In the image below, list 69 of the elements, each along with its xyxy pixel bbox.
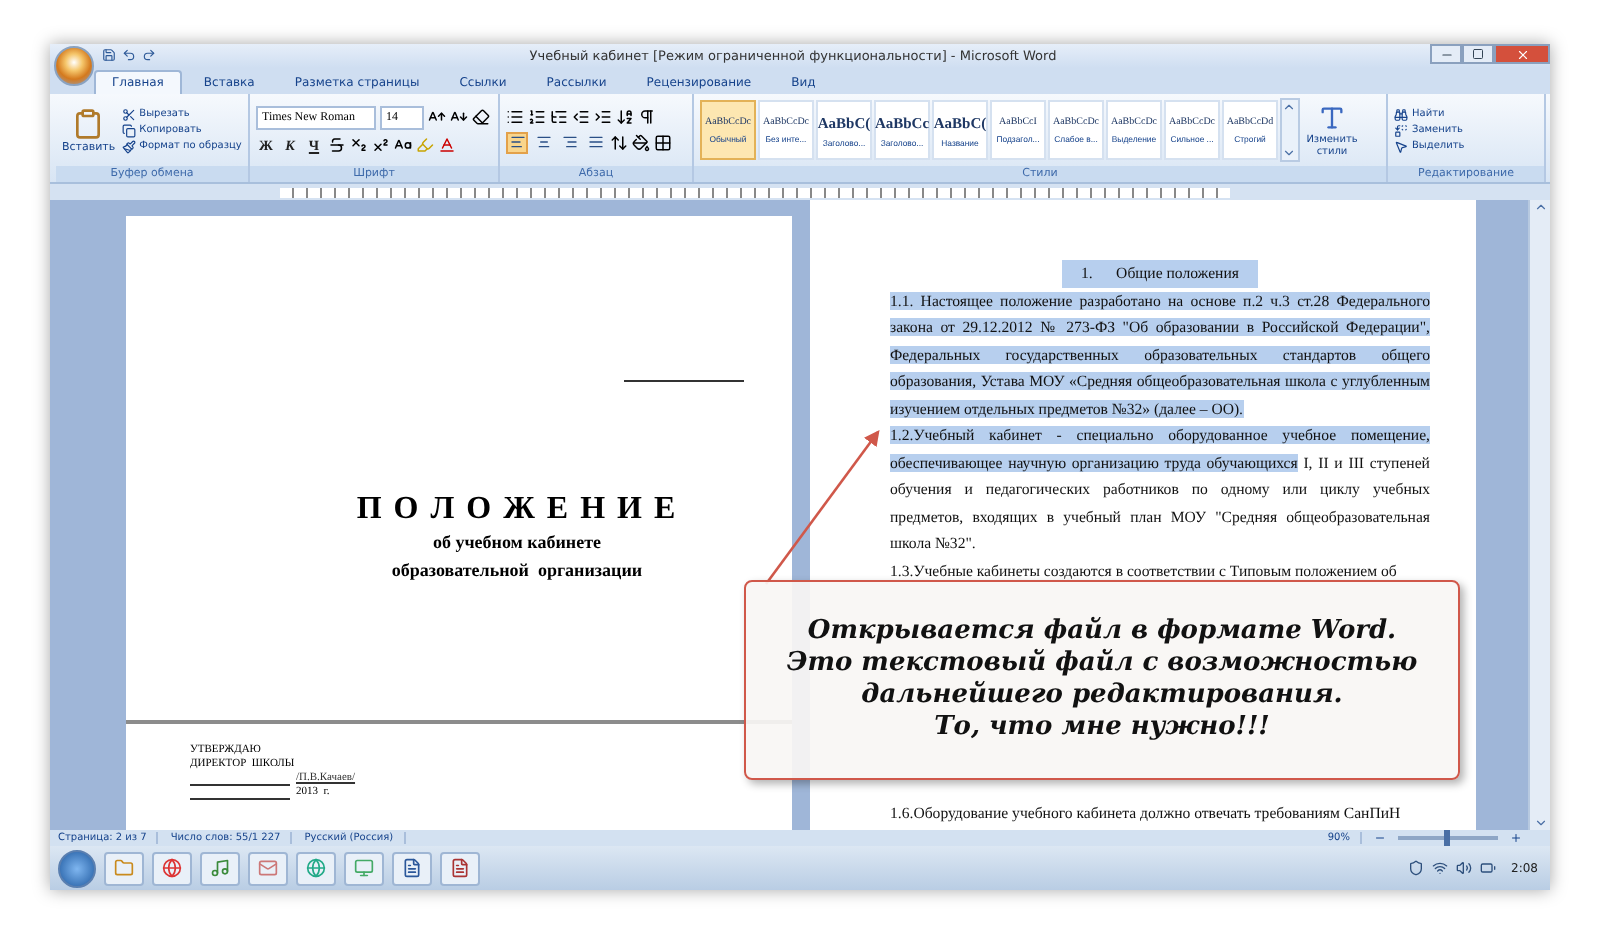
align-icon xyxy=(535,134,551,150)
maximize-icon xyxy=(1472,48,1484,60)
redo-icon[interactable] xyxy=(142,48,156,62)
taskbar-button[interactable] xyxy=(152,851,192,885)
clipboard-icon xyxy=(72,107,105,139)
shield-icon[interactable] xyxy=(1407,860,1424,876)
globe-icon xyxy=(162,858,182,878)
maximize-button[interactable] xyxy=(1462,44,1494,64)
volume-icon[interactable] xyxy=(1455,860,1472,876)
callout-text: Открывается файл в формате Word. Это текстовый файл с возможностью дальнейшего редактирования. То, что мне нужно!!! xyxy=(786,616,1418,744)
letter-icon xyxy=(1318,103,1346,131)
copy-icon xyxy=(121,123,136,137)
document-icon xyxy=(402,858,422,878)
paintbrush-icon xyxy=(121,139,136,153)
taskbar-button[interactable] xyxy=(248,851,288,885)
scissors-icon xyxy=(121,107,136,121)
align-icon xyxy=(509,134,525,150)
document-subtitle: об учебном кабинете xyxy=(430,530,604,556)
line-spacing-icon[interactable] xyxy=(610,133,628,151)
chevron-down-icon xyxy=(1282,146,1296,160)
chevron-up-icon xyxy=(1533,200,1547,214)
bullet-list-icon[interactable] xyxy=(506,107,524,125)
strikethrough-icon[interactable] xyxy=(328,136,346,154)
document-subtitle: образовательной организации xyxy=(389,558,645,584)
align-icon xyxy=(561,134,577,150)
office-button[interactable] xyxy=(54,46,94,86)
taskbar-button[interactable] xyxy=(440,851,480,885)
align-button[interactable] xyxy=(532,131,554,153)
sort-icon[interactable] xyxy=(616,107,634,125)
align-button[interactable] xyxy=(506,131,528,153)
shrink-font-icon[interactable] xyxy=(450,108,468,126)
numbered-list-icon[interactable] xyxy=(528,107,546,125)
binoculars-icon xyxy=(1394,107,1408,121)
folder-icon xyxy=(114,858,134,878)
font-color-icon[interactable] xyxy=(438,136,456,154)
cursor-icon xyxy=(1394,139,1408,153)
borders-icon[interactable] xyxy=(654,133,672,151)
superscript-icon[interactable] xyxy=(372,136,390,154)
undo-icon[interactable] xyxy=(122,48,136,62)
zoom-in-icon[interactable] xyxy=(1510,832,1522,844)
mail-icon xyxy=(258,858,278,878)
taskbar-button[interactable] xyxy=(104,851,144,885)
change-case-icon[interactable] xyxy=(394,136,412,154)
increase-indent-icon[interactable] xyxy=(594,107,612,125)
scrollbar[interactable] xyxy=(1528,200,1550,830)
taskbar-button[interactable] xyxy=(392,851,432,885)
network-icon[interactable] xyxy=(1431,860,1448,876)
eraser-icon[interactable] xyxy=(472,108,490,126)
monitor-icon xyxy=(354,858,374,878)
align-button[interactable] xyxy=(558,131,580,153)
music-icon xyxy=(210,858,230,878)
chevron-up-icon xyxy=(1282,100,1296,114)
subscript-icon[interactable] xyxy=(350,136,368,154)
decrease-indent-icon[interactable] xyxy=(572,107,590,125)
shading-icon[interactable] xyxy=(632,133,650,151)
align-icon xyxy=(587,134,603,150)
chevron-down-icon xyxy=(1533,816,1547,830)
document-title: П О Л О Ж Е Н И Е xyxy=(354,492,680,528)
pilcrow-icon[interactable] xyxy=(638,107,656,125)
globe-icon xyxy=(306,858,326,878)
close-icon xyxy=(1515,47,1529,61)
start-button[interactable] xyxy=(58,849,96,887)
battery-icon[interactable] xyxy=(1479,860,1496,876)
document-icon xyxy=(450,858,470,878)
align-button[interactable] xyxy=(584,131,606,153)
taskbar-button[interactable] xyxy=(200,851,240,885)
multilevel-list-icon[interactable] xyxy=(550,107,568,125)
save-icon[interactable] xyxy=(102,48,116,62)
grow-font-icon[interactable] xyxy=(428,108,446,126)
